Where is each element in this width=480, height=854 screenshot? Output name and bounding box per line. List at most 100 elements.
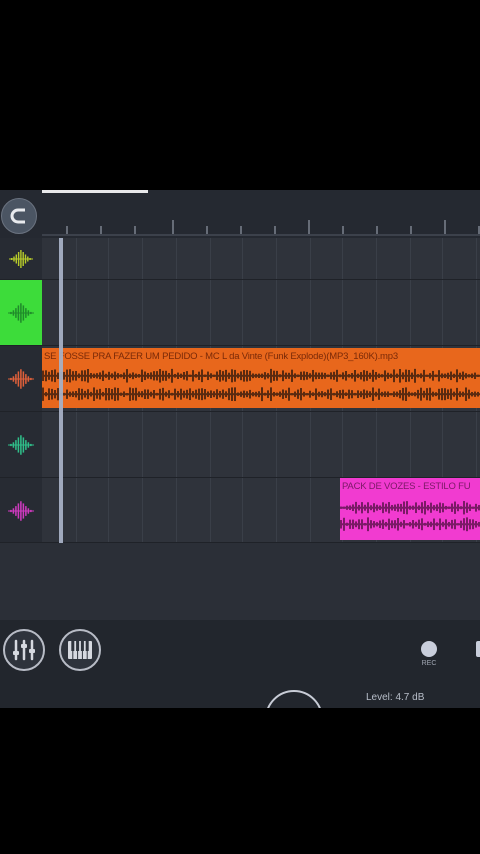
grid-line: [176, 478, 177, 543]
grid-line: [376, 238, 377, 280]
grid-line: [142, 238, 143, 280]
partial-control[interactable]: [476, 641, 480, 657]
timeline-toolbar: [0, 190, 480, 238]
grid-line: [176, 412, 177, 478]
ruler-tick: [134, 226, 136, 234]
grid-line: [442, 412, 443, 478]
mixer-icon[interactable]: [3, 629, 45, 671]
waveform-icon: [8, 303, 34, 323]
grid-line: [476, 412, 477, 478]
track-row: [0, 280, 480, 346]
grid-line: [242, 238, 243, 280]
grid-line: [76, 238, 77, 280]
waveform-icon: [8, 500, 34, 521]
grid-line: [276, 280, 277, 346]
grid-line: [442, 238, 443, 280]
grid-line: [210, 478, 211, 543]
grid-line: [310, 280, 311, 346]
scroll-position-indicator[interactable]: [42, 190, 148, 193]
grid-line: [310, 238, 311, 280]
grid-line: [242, 478, 243, 543]
ruler-tick: [206, 226, 208, 234]
grid-line: [210, 280, 211, 346]
track-lane[interactable]: PACK DE VOZES - ESTILO FU: [42, 478, 480, 543]
grid-line: [142, 478, 143, 543]
grid-line: [342, 412, 343, 478]
grid-line: [242, 280, 243, 346]
ruler-tick: [376, 226, 378, 234]
grid-line: [376, 280, 377, 346]
track-row: SE FOSSE PRA FAZER UM PEDIDO - MC L da V…: [0, 346, 480, 412]
grid-line: [342, 280, 343, 346]
ruler-tick: [240, 226, 242, 234]
grid-line: [410, 412, 411, 478]
ruler-tick: [66, 226, 68, 234]
grid-line: [142, 412, 143, 478]
grid-line: [108, 412, 109, 478]
grid-line: [176, 238, 177, 280]
track-row: [0, 238, 480, 280]
grid-line: [442, 280, 443, 346]
waveform-icon: [8, 435, 34, 455]
grid-line: [76, 280, 77, 346]
grid-line: [242, 412, 243, 478]
grid-line: [176, 280, 177, 346]
ruler-tick: [308, 220, 310, 234]
ruler-baseline: [42, 234, 480, 236]
record-label: REC: [421, 660, 437, 667]
track-header[interactable]: [0, 280, 42, 346]
grid-line: [142, 280, 143, 346]
piano-icon[interactable]: [59, 629, 101, 671]
track-lane[interactable]: [42, 412, 480, 478]
grid-line: [108, 238, 109, 280]
track-header[interactable]: [0, 238, 42, 280]
ruler-tick: [342, 226, 344, 234]
track-lane[interactable]: [42, 238, 480, 280]
track-row: PACK DE VOZES - ESTILO FU: [0, 478, 480, 543]
clip-waveform: [42, 368, 480, 402]
grid-line: [108, 280, 109, 346]
track-lane[interactable]: SE FOSSE PRA FAZER UM PEDIDO - MC L da V…: [42, 346, 480, 412]
timeline-ruler[interactable]: [42, 218, 480, 234]
track-header[interactable]: [0, 478, 42, 543]
level-readout: Level: 4.7 dB: [366, 692, 425, 703]
audio-clip[interactable]: SE FOSSE PRA FAZER UM PEDIDO - MC L da V…: [42, 348, 480, 408]
playhead[interactable]: [59, 238, 63, 543]
waveform-icon: [9, 250, 33, 268]
ruler-tick: [172, 220, 174, 234]
magnet-icon[interactable]: [1, 198, 37, 234]
grid-line: [342, 238, 343, 280]
grid-line: [410, 238, 411, 280]
track-separator: [0, 542, 480, 543]
grid-line: [310, 412, 311, 478]
track-lane[interactable]: [42, 280, 480, 346]
grid-line: [276, 412, 277, 478]
grid-line: [210, 412, 211, 478]
track-row: [0, 412, 480, 478]
grid-line: [410, 280, 411, 346]
grid-line: [476, 280, 477, 346]
grid-line: [210, 238, 211, 280]
clip-waveform: [340, 500, 480, 532]
waveform-icon: [8, 369, 34, 389]
ruler-tick: [100, 226, 102, 234]
grid-line: [476, 238, 477, 280]
grid-line: [108, 478, 109, 543]
clip-title: SE FOSSE PRA FAZER UM PEDIDO - MC L da V…: [44, 351, 398, 362]
grid-line: [276, 478, 277, 543]
track-header[interactable]: [0, 346, 42, 412]
daw-app: SE FOSSE PRA FAZER UM PEDIDO - MC L da V…: [0, 190, 480, 708]
grid-line: [376, 412, 377, 478]
clip-title: PACK DE VOZES - ESTILO FU: [342, 481, 471, 492]
grid-line: [76, 478, 77, 543]
grid-line: [310, 478, 311, 543]
grid-line: [76, 412, 77, 478]
track-list: SE FOSSE PRA FAZER UM PEDIDO - MC L da V…: [0, 238, 480, 543]
record-button[interactable]: [421, 641, 437, 657]
ruler-tick: [410, 226, 412, 234]
audio-clip[interactable]: PACK DE VOZES - ESTILO FU: [340, 478, 480, 540]
grid-line: [276, 238, 277, 280]
track-header[interactable]: [0, 412, 42, 478]
ruler-tick: [274, 226, 276, 234]
ruler-tick: [444, 220, 446, 234]
